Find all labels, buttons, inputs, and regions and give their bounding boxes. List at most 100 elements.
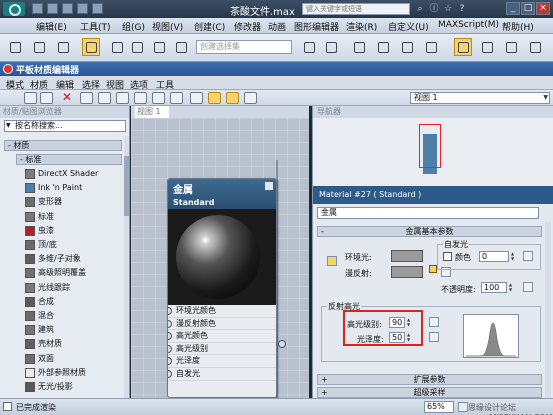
material-editor-icon[interactable] bbox=[454, 38, 472, 56]
opacity-map-button[interactable] bbox=[523, 282, 533, 292]
group-materials[interactable]: - 材质 bbox=[4, 140, 122, 151]
material-list-item[interactable]: 混合 bbox=[24, 310, 124, 322]
material-list-item[interactable]: 壳材质 bbox=[24, 338, 124, 350]
close-button[interactable]: × bbox=[536, 2, 550, 15]
pan-icon[interactable] bbox=[458, 402, 468, 412]
self-illum-color-checkbox[interactable] bbox=[443, 252, 452, 261]
percent-snap-icon[interactable] bbox=[150, 38, 168, 56]
undo-icon[interactable] bbox=[77, 3, 88, 14]
menu-edit[interactable]: 编辑(E) bbox=[36, 20, 67, 33]
new-file-icon[interactable] bbox=[32, 3, 43, 14]
menu-group[interactable]: 组(G) bbox=[122, 20, 145, 33]
diffuse-color-swatch[interactable] bbox=[391, 266, 423, 278]
view-tab[interactable]: 视图 1 bbox=[131, 106, 309, 118]
node-minimize-icon[interactable] bbox=[265, 182, 273, 190]
browser-search-input[interactable]: 按名称搜索... bbox=[4, 120, 126, 132]
material-list-item[interactable]: 无光/投影 bbox=[24, 381, 124, 393]
navigator-panel[interactable]: 导航器 bbox=[312, 106, 553, 186]
background-icon[interactable] bbox=[170, 92, 183, 104]
show-shaded-map-icon[interactable] bbox=[134, 92, 147, 104]
search-icon[interactable]: ⌕ bbox=[414, 3, 426, 15]
info-icon[interactable]: ⓘ bbox=[428, 3, 440, 15]
maximize-button[interactable]: □ bbox=[521, 2, 535, 15]
mirror-icon[interactable] bbox=[300, 38, 318, 56]
menu-tools[interactable]: 工具(T) bbox=[80, 20, 111, 33]
material-name-field[interactable]: 金属 bbox=[317, 207, 539, 219]
menu-customize[interactable]: 自定义(U) bbox=[388, 20, 429, 33]
search-input[interactable]: 键入关键字或短语 bbox=[302, 3, 410, 15]
layer-manager-icon[interactable] bbox=[350, 38, 368, 56]
material-list-item[interactable]: 虫漆 bbox=[24, 225, 124, 237]
material-list-item[interactable]: 变形器 bbox=[24, 196, 124, 208]
show-end-result-icon[interactable] bbox=[152, 92, 165, 104]
link-icon[interactable] bbox=[30, 38, 48, 56]
opacity-spinner[interactable]: 100 bbox=[481, 282, 515, 293]
node-input-socket[interactable] bbox=[168, 357, 172, 366]
node-header[interactable]: 金属 Standard bbox=[168, 179, 276, 209]
node-slot[interactable]: 环境光颜色 bbox=[168, 305, 276, 318]
lock-icon[interactable] bbox=[429, 265, 437, 273]
menu-create[interactable]: 创建(C) bbox=[194, 20, 225, 33]
node-input-socket[interactable] bbox=[168, 319, 172, 328]
rollout-extended-parameters[interactable]: + 扩展参数 bbox=[317, 374, 542, 385]
select-tool-icon[interactable] bbox=[4, 92, 17, 104]
params-scrollbar[interactable] bbox=[545, 222, 551, 398]
ambient-color-swatch[interactable] bbox=[391, 250, 423, 262]
self-illum-map-button[interactable] bbox=[523, 251, 533, 261]
material-list-item[interactable]: 多维/子对象 bbox=[24, 253, 124, 265]
menu-animation[interactable]: 动画 bbox=[268, 20, 286, 33]
menu-views[interactable]: 视图(V) bbox=[152, 20, 183, 33]
unlink-icon[interactable] bbox=[54, 38, 72, 56]
material-list-item[interactable]: 标准 bbox=[24, 211, 124, 223]
material-list-item[interactable]: 顶/底 bbox=[24, 239, 124, 251]
render-production-icon[interactable] bbox=[526, 38, 544, 56]
material-list-item[interactable]: 高级照明覆盖 bbox=[24, 267, 124, 279]
rendered-frame-window-icon[interactable] bbox=[502, 38, 520, 56]
material-node[interactable]: 金属 Standard 环境光颜色 漫反射颜色 高光颜色 高光级别 光泽度 自发光 bbox=[167, 178, 277, 398]
snap-3d-icon[interactable] bbox=[108, 38, 126, 56]
node-slot[interactable]: 高光级别 bbox=[168, 343, 276, 356]
delete-icon[interactable]: ✕ bbox=[62, 91, 75, 104]
menu-maxscript[interactable]: MAXScript(M) bbox=[438, 20, 499, 30]
menu-rendering[interactable]: 渲染(R) bbox=[346, 20, 377, 33]
app-logo-icon[interactable] bbox=[3, 2, 25, 16]
node-input-socket[interactable] bbox=[168, 369, 172, 378]
node-slot[interactable]: 高光颜色 bbox=[168, 330, 276, 343]
material-list-item[interactable]: 建筑 bbox=[24, 324, 124, 336]
open-file-icon[interactable] bbox=[47, 3, 58, 14]
menu-modifiers[interactable]: 修改器 bbox=[234, 20, 261, 33]
material-list-item[interactable]: 双面 bbox=[24, 353, 124, 365]
parameter-editor-icon[interactable] bbox=[226, 92, 239, 104]
material-id-icon[interactable] bbox=[116, 92, 129, 104]
put-to-library-icon[interactable] bbox=[98, 92, 111, 104]
schematic-view-icon[interactable] bbox=[422, 38, 440, 56]
node-output-socket[interactable] bbox=[278, 340, 286, 348]
spinner-snap-icon[interactable] bbox=[172, 38, 190, 56]
node-slot[interactable]: 自发光 bbox=[168, 368, 276, 381]
star-icon[interactable]: ☆ bbox=[442, 3, 454, 15]
curve-editor-icon[interactable] bbox=[398, 38, 416, 56]
node-input-socket[interactable] bbox=[168, 332, 172, 341]
material-list-item[interactable]: Ink 'n Paint bbox=[24, 182, 124, 194]
browser-scrollbar-thumb[interactable] bbox=[124, 156, 129, 216]
specular-level-map-button[interactable] bbox=[429, 317, 439, 327]
redo-icon[interactable] bbox=[92, 3, 103, 14]
undo-toolbar-icon[interactable] bbox=[6, 38, 24, 56]
angle-snap-icon[interactable] bbox=[128, 38, 146, 56]
self-illum-spinner[interactable]: 0 bbox=[479, 251, 517, 262]
browser-scrollbar[interactable] bbox=[124, 136, 129, 398]
layout-icon[interactable] bbox=[190, 92, 203, 104]
move-children-icon[interactable] bbox=[80, 92, 93, 104]
node-slot[interactable]: 漫反射颜色 bbox=[168, 318, 276, 331]
zoom-select[interactable]: 65% bbox=[424, 401, 454, 413]
material-list-item[interactable]: 合成 bbox=[24, 296, 124, 308]
ribbon-icon[interactable] bbox=[374, 38, 392, 56]
node-input-socket[interactable] bbox=[168, 307, 172, 315]
node-slot[interactable]: 光泽度 bbox=[168, 355, 276, 368]
material-list-item[interactable]: DirectX Shader bbox=[24, 168, 124, 180]
material-list-item[interactable]: 外部参照材质 bbox=[24, 367, 124, 379]
save-file-icon[interactable] bbox=[62, 3, 73, 14]
navigator-viewport-frame[interactable] bbox=[419, 124, 441, 168]
node-input-socket[interactable] bbox=[168, 344, 172, 353]
help-icon[interactable]: ? bbox=[456, 3, 468, 15]
